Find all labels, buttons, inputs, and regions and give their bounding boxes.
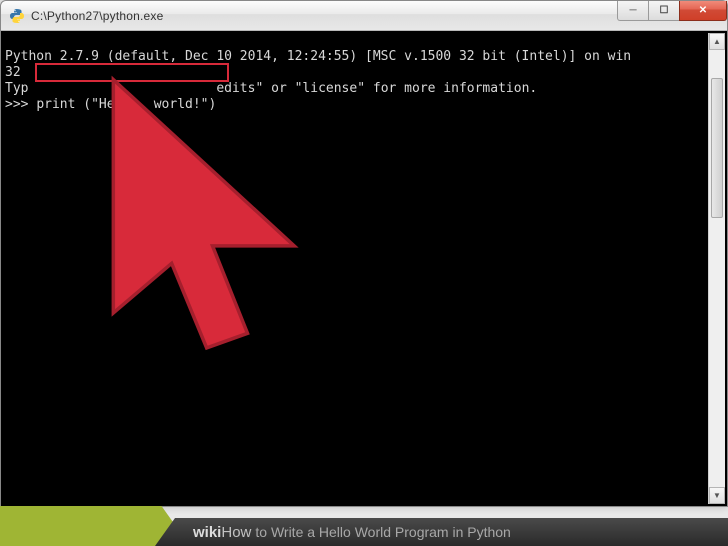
article-title: to Write a Hello World Program in Python [255, 524, 510, 540]
maximize-button[interactable]: ☐ [648, 1, 680, 21]
python-icon [9, 8, 25, 24]
console-line: Python 2.7.9 (default, Dec 10 2014, 12:2… [5, 49, 723, 65]
scroll-down-button[interactable]: ▼ [709, 487, 725, 504]
chevron-up-icon: ▲ [713, 37, 721, 46]
wikihow-logo: wikiHow [193, 524, 251, 541]
console-prompt-line: >>> print ("Hello, world!") [5, 97, 723, 113]
wikihow-banner: wikiHow to Write a Hello World Program i… [0, 506, 728, 546]
minimize-button[interactable]: ─ [617, 1, 649, 21]
maximize-icon: ☐ [660, 5, 669, 16]
window-controls: ─ ☐ ✕ [618, 1, 727, 30]
application-window: C:\Python27\python.exe ─ ☐ ✕ Python 2.7.… [0, 0, 728, 507]
vertical-scrollbar[interactable]: ▲ ▼ [708, 33, 725, 504]
console-line: Typ edits" or "license" for more informa… [5, 81, 723, 97]
close-button[interactable]: ✕ [679, 1, 727, 21]
console-line: 32 [5, 65, 723, 81]
minimize-icon: ─ [629, 5, 636, 16]
banner-main: wikiHow to Write a Hello World Program i… [155, 518, 728, 546]
scroll-thumb[interactable] [711, 78, 723, 218]
console-output[interactable]: Python 2.7.9 (default, Dec 10 2014, 12:2… [1, 31, 727, 506]
scroll-up-button[interactable]: ▲ [709, 33, 725, 50]
title-bar[interactable]: C:\Python27\python.exe ─ ☐ ✕ [1, 1, 727, 31]
close-icon: ✕ [699, 5, 707, 16]
window-title: C:\Python27\python.exe [31, 9, 618, 23]
command-text: print ("Hello, world!") [36, 97, 216, 112]
prompt: >>> [5, 97, 36, 112]
chevron-down-icon: ▼ [713, 491, 721, 500]
